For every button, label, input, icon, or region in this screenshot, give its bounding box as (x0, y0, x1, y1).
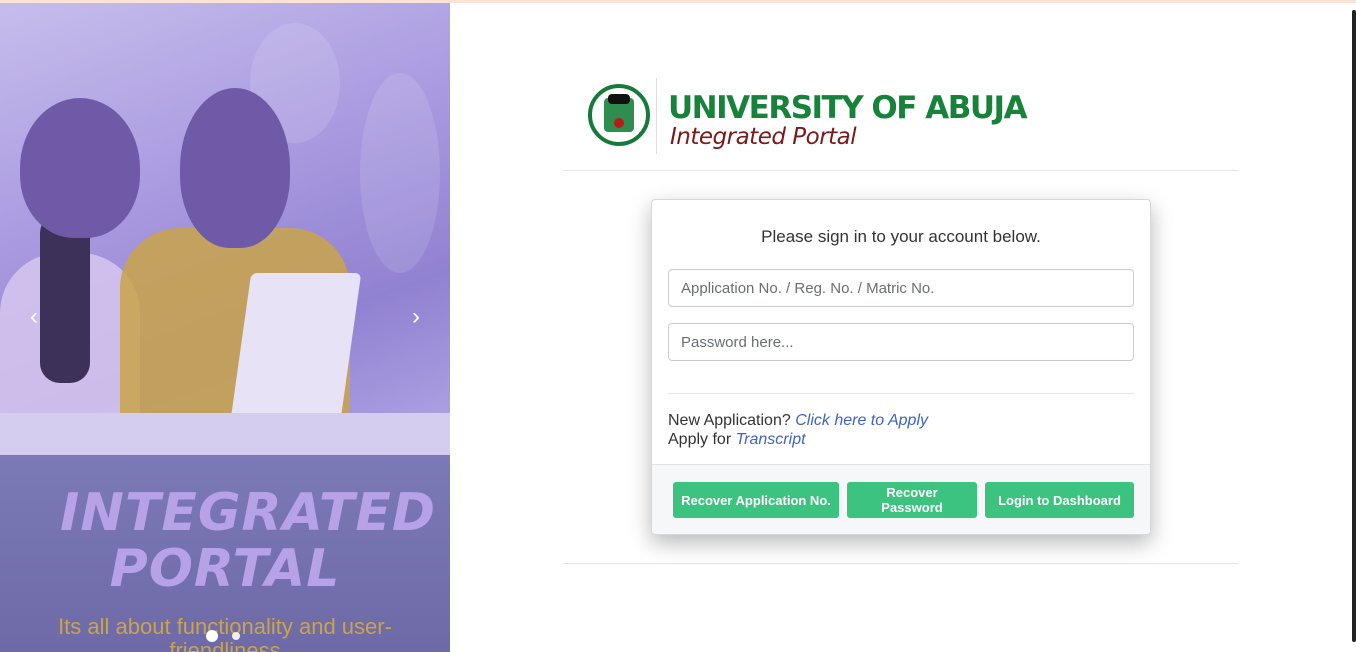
scarf-shape (40, 213, 90, 383)
new-application-text: New Application? (668, 412, 791, 429)
password-input[interactable] (668, 323, 1134, 361)
window-edge (1352, 10, 1356, 642)
university-logo: UNIVERSITY OF ABUJA Integrated Portal (582, 78, 1028, 154)
divider (563, 563, 1238, 564)
transcript-link[interactable]: Transcript (736, 431, 806, 448)
chevron-right-icon: › (412, 303, 420, 330)
login-card-footer: Recover Application No. Recover Password… (652, 464, 1150, 534)
recover-password-button[interactable]: Recover Password (847, 482, 977, 518)
hero-carousel: INTEGRATED PORTAL Its all about function… (0, 3, 450, 652)
logo-subtitle: Integrated Portal (670, 124, 857, 150)
student-head (20, 98, 140, 238)
transcript-line: Apply for Transcript (668, 430, 806, 450)
apply-link[interactable]: Click here to Apply (795, 412, 928, 429)
carousel-slide-image (0, 3, 450, 455)
username-input[interactable] (668, 269, 1134, 307)
background-figure (360, 73, 440, 273)
login-heading: Please sign in to your account below. (761, 227, 1041, 246)
desk-shape (0, 413, 450, 455)
carousel-prev-button[interactable]: ‹ (24, 303, 44, 331)
carousel-caption-panel: INTEGRATED PORTAL Its all about function… (0, 455, 450, 652)
carousel-title: INTEGRATED PORTAL (60, 483, 437, 599)
logo-title: UNIVERSITY OF ABUJA (668, 90, 1028, 126)
login-button[interactable]: Login to Dashboard (985, 482, 1134, 518)
logo-divider (656, 78, 657, 154)
divider (563, 170, 1238, 171)
transcript-text: Apply for (668, 431, 732, 448)
chevron-left-icon: ‹ (30, 303, 38, 330)
login-card: Please sign in to your account below. Ne… (651, 199, 1151, 535)
laptop-shape (228, 273, 362, 433)
student-head (180, 88, 290, 248)
carousel-tagline: Its all about functionality and user-fri… (58, 614, 392, 652)
university-crest-icon (588, 84, 650, 146)
carousel-next-button[interactable]: › (406, 303, 426, 331)
new-application-line: New Application? Click here to Apply (668, 411, 928, 431)
carousel-indicator-2[interactable] (232, 632, 240, 640)
carousel-indicator-1[interactable] (206, 630, 218, 642)
card-divider (668, 393, 1134, 394)
recover-application-button[interactable]: Recover Application No. (673, 482, 839, 518)
